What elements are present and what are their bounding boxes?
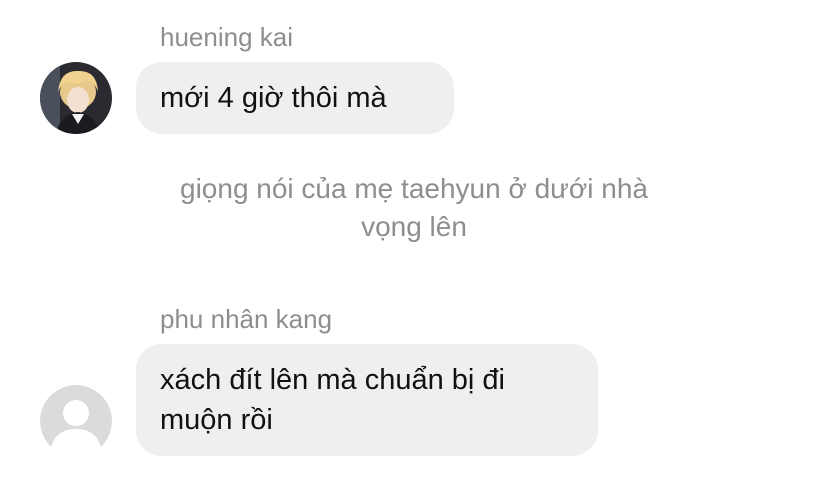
message-text-line: muộn rồi <box>160 404 273 436</box>
user-photo-icon <box>40 62 112 134</box>
user-avatar[interactable] <box>40 62 112 134</box>
narration-line-2: vọng lên <box>361 211 467 242</box>
message-text-line: xách đít lên mà chuẩn bị đi <box>160 364 505 396</box>
sender-name: huening kai <box>160 22 293 52</box>
default-user-avatar[interactable] <box>40 385 112 457</box>
message-bubble[interactable]: mới 4 giờ thôi mà <box>136 62 454 134</box>
narration-line-1: giọng nói của mẹ taehyun ở dưới nhà <box>180 173 648 204</box>
default-user-icon <box>40 385 112 457</box>
message-text: mới 4 giờ thôi mà <box>160 82 387 114</box>
sender-name: phu nhân kang <box>160 304 333 334</box>
message-bubble[interactable]: xách đít lên mà chuẩn bị đi muộn rồi <box>136 344 598 456</box>
